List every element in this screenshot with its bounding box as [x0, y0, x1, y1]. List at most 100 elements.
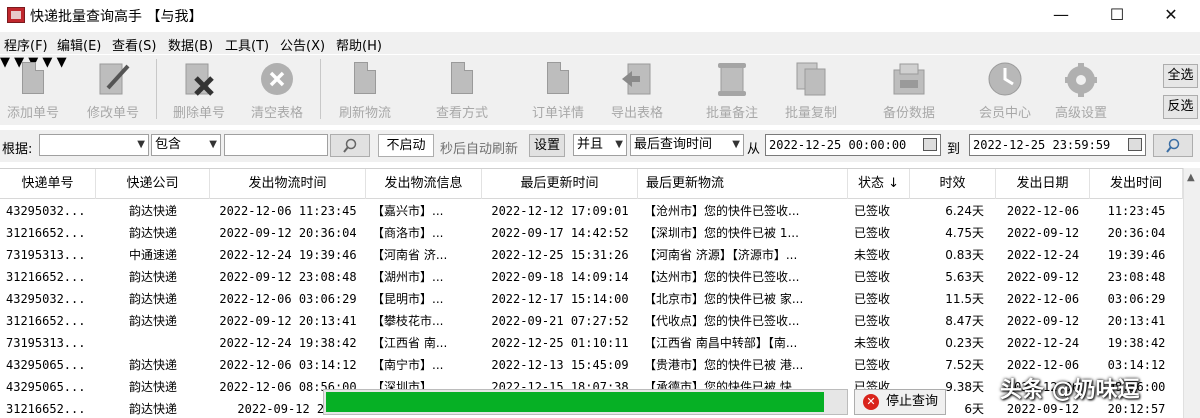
from-date-value: 2022-12-25 00:00:00 — [769, 138, 907, 152]
cell-ship-date: 2022-12-24 — [1006, 336, 1080, 350]
edit-number-button[interactable]: 修改单号 — [84, 58, 142, 122]
cell-ship-date: 2022-09-12 — [1006, 314, 1080, 328]
cell-ship-clock: 19:38:42 — [1107, 336, 1166, 350]
basis-select[interactable]: ▼ — [39, 134, 149, 156]
keyword-input[interactable] — [224, 134, 328, 156]
auto-refresh-button[interactable]: 不启动 — [378, 134, 434, 157]
refresh-logistics-button[interactable]: 刷新物流 — [336, 58, 394, 122]
stop-query-button[interactable]: ✕ 停止查询 — [854, 389, 946, 415]
cell-ship-clock: 03:06:29 — [1107, 292, 1166, 306]
batch-note-label: 批量备注 — [705, 106, 758, 121]
cell-status: 已签收 — [854, 270, 891, 284]
order-detail-label: 订单详情 — [531, 106, 584, 121]
chevron-up-icon[interactable]: ▲ — [1187, 172, 1195, 183]
delete-number-button[interactable]: 删除单号 — [170, 58, 228, 122]
column-header[interactable]: 发出时间 — [1090, 169, 1183, 199]
cell-tracking-number: 43295032... — [6, 204, 86, 218]
date-search-button[interactable] — [1153, 134, 1193, 157]
app-logo-icon — [7, 7, 25, 23]
invert-selection-button[interactable]: 反选 — [1163, 95, 1198, 119]
table-row[interactable]: 43295032... 韵达快递 2022-12-06 11:23:45 【嘉兴市】.… — [0, 200, 1183, 222]
cell-tracking-number: 43295065... — [6, 380, 86, 394]
cell-tracking-number: 43295065... — [6, 358, 86, 372]
cell-ship-time: 2022-12-06 03:06:29 — [219, 292, 357, 306]
chevron-down-icon: ▼ — [137, 139, 145, 150]
member-center-button[interactable]: 会员中心 — [976, 58, 1034, 122]
cell-update-time: 2022-09-17 14:42:52 — [491, 226, 629, 240]
toolbar-separator — [320, 59, 321, 119]
column-header[interactable]: 最后更新物流 — [638, 169, 848, 199]
cell-status: 已签收 — [854, 226, 891, 240]
settings-button[interactable]: 设置 — [529, 134, 565, 157]
maximize-button[interactable]: ☐ — [1092, 0, 1142, 30]
column-header[interactable]: 快递单号 — [0, 169, 96, 199]
view-mode-label: 查看方式 — [435, 106, 488, 121]
cell-ship-time: 2022-09-12 20:36:04 — [219, 226, 357, 240]
cell-ship-time: 2022-12-24 19:38:42 — [219, 336, 357, 350]
cell-status: 已签收 — [854, 292, 891, 306]
menu-data[interactable]: 数据(B) — [168, 35, 213, 54]
logic-value: 并且 — [577, 137, 604, 152]
cell-tracking-number: 43295032... — [6, 292, 86, 306]
table-row[interactable]: 73195313... 中通速递 2022-12-24 19:39:46 【河南省 济… — [0, 244, 1183, 266]
cell-update-time: 2022-12-25 15:31:26 — [491, 248, 629, 262]
close-button[interactable]: ✕ — [1146, 0, 1196, 30]
cell-status: 已签收 — [854, 358, 891, 372]
column-header[interactable]: 时效 — [910, 169, 996, 199]
cell-courier: 中通速递 — [128, 248, 177, 262]
add-number-button[interactable]: 添加单号 — [4, 58, 62, 122]
table-row[interactable]: 73195313... 2022-12-24 19:38:42 【江西省 南... 2… — [0, 332, 1183, 354]
menu-program[interactable]: 程序(F) — [4, 35, 48, 54]
column-header[interactable]: 发出物流时间 — [210, 169, 366, 199]
progress-fill — [326, 392, 824, 412]
batch-note-button[interactable]: 批量备注 — [703, 58, 761, 122]
advanced-settings-button[interactable]: 高级设置 — [1052, 58, 1110, 122]
menu-help[interactable]: 帮助(H) — [336, 35, 382, 54]
column-header[interactable]: 最后更新时间 — [482, 169, 638, 199]
cell-ship-info: 【攀枝花市... — [372, 314, 444, 328]
time-field-value: 最后查询时间 — [634, 137, 713, 152]
table-row[interactable]: 31216652... 韵达快递 2022-09-12 20:13:41 【攀枝花市.… — [0, 310, 1183, 332]
match-select[interactable]: 包含 ▼ — [151, 134, 221, 156]
menu-notice[interactable]: 公告(X) — [280, 35, 325, 54]
column-header[interactable]: 快递公司 — [96, 169, 210, 199]
column-header[interactable]: 发出物流信息 — [366, 169, 482, 199]
table-row[interactable]: 31216652... 韵达快递 2022-09-12 20:36:04 【商洛市】.… — [0, 222, 1183, 244]
select-all-button[interactable]: 全选 — [1163, 64, 1198, 88]
window-title: 快递批量查询高手 【与我】 — [30, 9, 203, 25]
search-button[interactable] — [330, 134, 370, 157]
refresh-document-icon — [348, 60, 382, 98]
advanced-settings-label: 高级设置 — [1054, 106, 1107, 121]
cell-ship-info: 【河南省 济... — [372, 248, 448, 262]
column-header[interactable]: 发出日期 — [996, 169, 1090, 199]
minimize-button[interactable]: — — [1036, 0, 1086, 30]
stop-icon: ✕ — [863, 394, 879, 410]
cell-courier: 韵达快递 — [128, 358, 177, 372]
backup-data-label: 备份数据 — [882, 106, 935, 121]
export-table-button[interactable]: 导出表格 — [608, 58, 666, 122]
from-date-picker[interactable]: 2022-12-25 00:00:00 — [765, 134, 941, 156]
to-label: 到 — [947, 142, 961, 157]
menu-edit[interactable]: 编辑(E) — [57, 35, 101, 54]
cell-courier: 韵达快递 — [128, 402, 177, 416]
time-field-select[interactable]: 最后查询时间 ▼ — [630, 134, 744, 156]
batch-copy-button[interactable]: 批量复制 — [782, 58, 840, 122]
table-row[interactable]: 31216652... 韵达快递 2022-09-12 23:08:48 【湖州市】.… — [0, 266, 1183, 288]
column-header-status[interactable]: 状态 ↓ — [848, 169, 910, 199]
calendar-icon — [1128, 138, 1142, 151]
order-detail-button[interactable]: 订单详情 — [529, 58, 587, 122]
vertical-scrollbar[interactable]: ▲ — [1183, 168, 1200, 418]
cell-update-info: 【北京市】您的快件已被 家... — [644, 292, 804, 306]
menu-tools[interactable]: 工具(T) — [225, 35, 269, 54]
cell-update-info: 【贵港市】您的快件已被 港... — [644, 358, 804, 372]
to-date-picker[interactable]: 2022-12-25 23:59:59 — [969, 134, 1146, 156]
logic-select[interactable]: 并且 ▼ — [573, 134, 627, 156]
backup-data-button[interactable]: 备份数据 — [880, 58, 938, 122]
cell-status: 已签收 — [854, 314, 891, 328]
menu-view[interactable]: 查看(S) — [112, 35, 156, 54]
cell-ship-info: 【嘉兴市】... — [372, 204, 444, 218]
clear-table-button[interactable]: 清空表格 — [248, 58, 306, 122]
table-row[interactable]: 43295032... 韵达快递 2022-12-06 03:06:29 【昆明市】.… — [0, 288, 1183, 310]
view-mode-button[interactable]: 查看方式 — [433, 58, 491, 122]
cell-ship-time: 2022-09-12 23:08:48 — [219, 270, 357, 284]
